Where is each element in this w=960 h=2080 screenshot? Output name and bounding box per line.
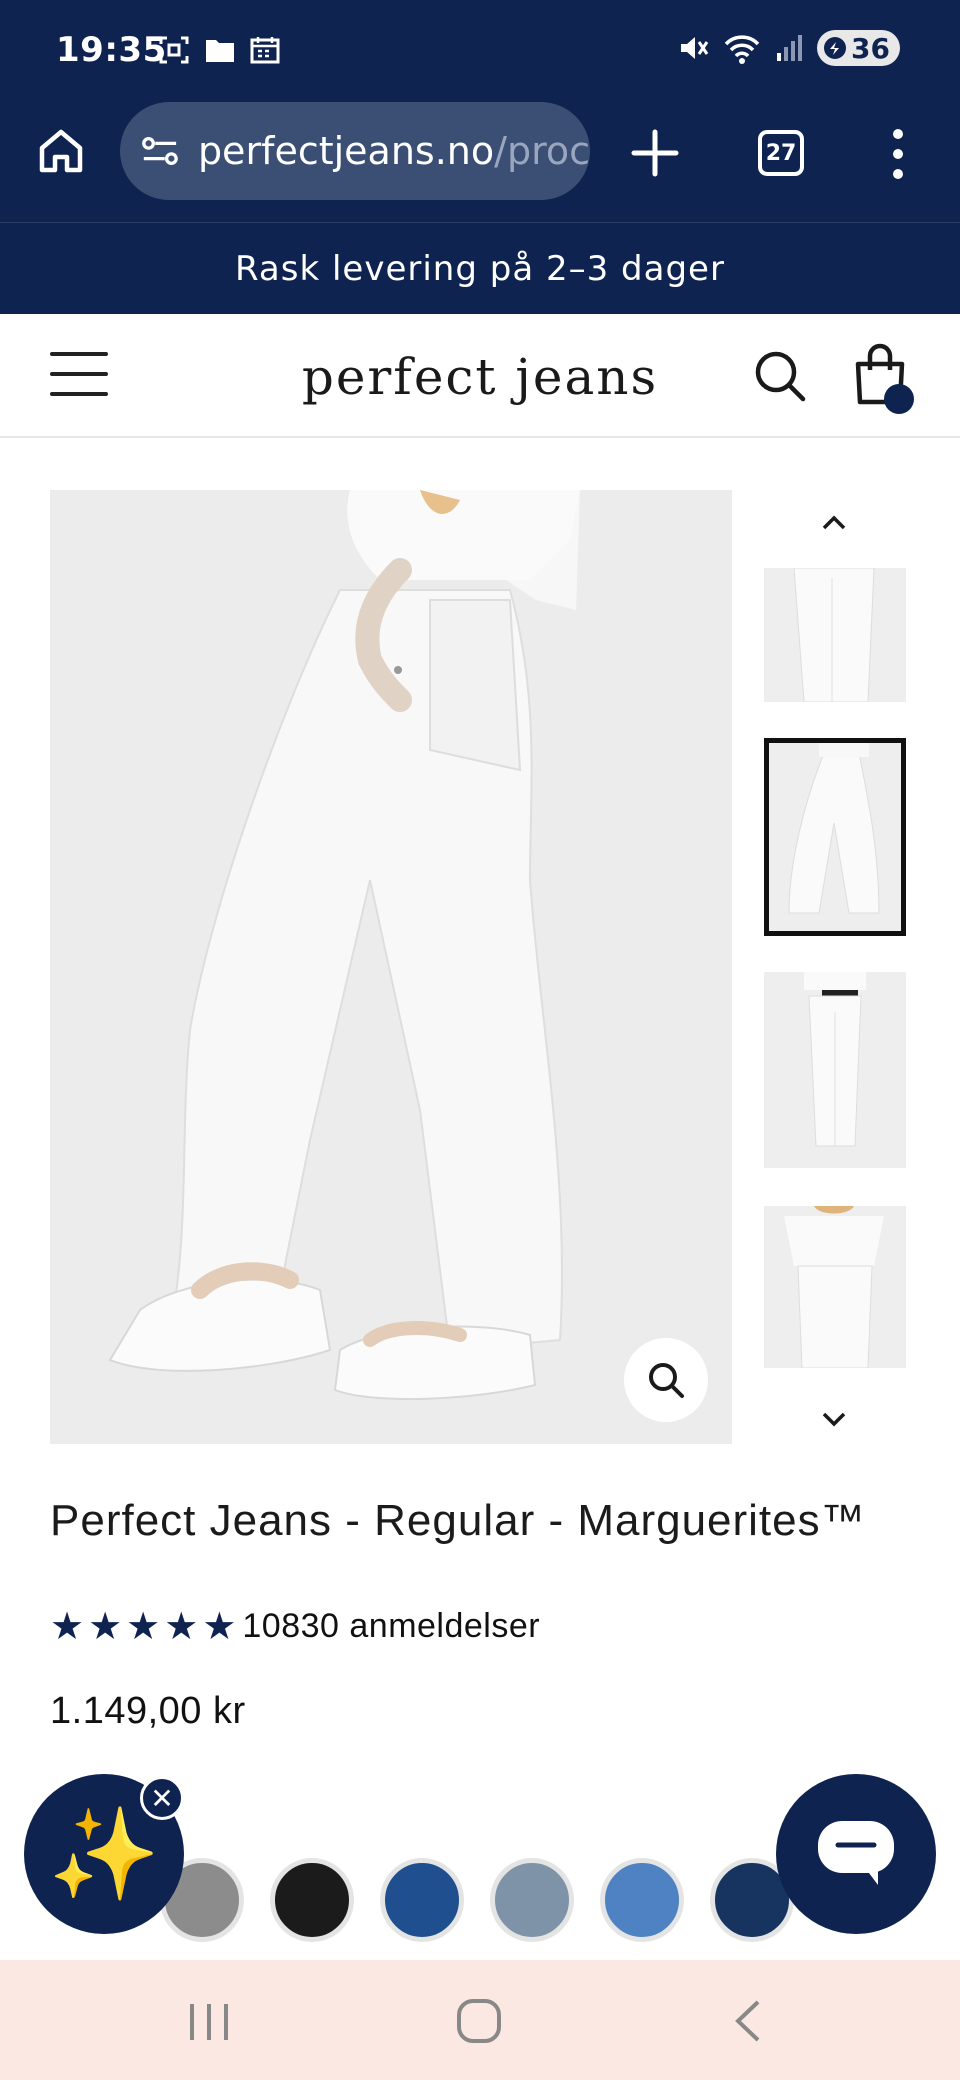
swatch-black[interactable] xyxy=(270,1858,354,1942)
chat-button[interactable] xyxy=(776,1774,936,1934)
star-icon: ★ xyxy=(164,1604,199,1648)
home-icon xyxy=(39,129,83,173)
home-button[interactable] xyxy=(30,120,92,182)
thumbnail-image xyxy=(769,743,901,931)
chevron-down-icon[interactable] xyxy=(814,1404,854,1434)
star-icon: ★ xyxy=(126,1604,161,1648)
battery-level: 36 xyxy=(851,31,890,65)
new-tab-button[interactable] xyxy=(626,124,684,182)
product-main-image[interactable] xyxy=(50,490,732,1444)
star-icon: ★ xyxy=(88,1604,123,1648)
swatch-dark-blue[interactable] xyxy=(380,1858,464,1942)
more-options-icon[interactable] xyxy=(886,124,910,184)
address-bar[interactable]: perfectjeans.no/proc xyxy=(120,102,590,200)
site-settings-icon[interactable] xyxy=(140,133,180,169)
swatch-light-grey-blue[interactable] xyxy=(490,1858,574,1942)
sparkles-icon: ✨ xyxy=(47,1801,161,1907)
review-count[interactable]: 10830 anmeldelser xyxy=(242,1607,540,1646)
status-time: 19:35 xyxy=(56,30,167,70)
cart-badge xyxy=(884,384,914,414)
rating-stars: ★ ★ ★ ★ ★ xyxy=(50,1606,236,1646)
status-bar: 19:35 36 xyxy=(0,0,960,100)
status-icons-right: 36 xyxy=(677,30,900,66)
status-icons-left xyxy=(158,34,280,66)
mute-icon xyxy=(681,37,709,59)
site-header: perfect jeans xyxy=(0,314,960,438)
folder-icon xyxy=(206,40,234,62)
thumbnail-3[interactable] xyxy=(764,972,906,1168)
back-icon[interactable] xyxy=(728,1996,768,2046)
product-title: Perfect Jeans - Regular - Marguerites™ xyxy=(50,1496,866,1545)
thumbnail-gallery xyxy=(764,490,906,1444)
swatch-mid-blue[interactable] xyxy=(600,1858,684,1942)
wifi-icon xyxy=(724,35,760,64)
thumbnail-image xyxy=(764,1206,906,1368)
thumbnail-image xyxy=(764,568,906,702)
system-nav-bar xyxy=(0,1960,960,2080)
browser-toolbar: perfectjeans.no/proc 27 xyxy=(0,100,960,222)
announcement-bar: Rask levering på 2–3 dager xyxy=(0,222,960,314)
signal-icon xyxy=(777,35,803,61)
thumbnail-image xyxy=(764,972,906,1168)
screenshot-icon xyxy=(159,36,189,64)
url-domain: perfectjeans.no xyxy=(197,129,495,173)
close-icon[interactable]: ✕ xyxy=(140,1776,184,1820)
jeans-photo xyxy=(50,490,732,1444)
url-text: perfectjeans.no/proc xyxy=(198,129,590,173)
product-rating[interactable]: ★ ★ ★ ★ ★ 10830 anmeldelser xyxy=(50,1606,540,1646)
tab-switcher-button[interactable]: 27 xyxy=(758,130,804,176)
cart-button[interactable] xyxy=(852,342,914,414)
calendar-icon xyxy=(250,37,280,64)
thumbnail-1[interactable] xyxy=(764,568,906,702)
product-price: 1.149,00 kr xyxy=(50,1690,246,1732)
url-path: /proc xyxy=(494,129,590,173)
thumbnail-4[interactable] xyxy=(764,1206,906,1368)
chevron-up-icon[interactable] xyxy=(814,508,854,538)
star-icon: ★ xyxy=(202,1604,237,1648)
site-logo[interactable]: perfect jeans xyxy=(0,348,960,406)
thumbnail-2[interactable] xyxy=(764,738,906,936)
chat-icon xyxy=(818,1821,894,1885)
recent-apps-icon[interactable] xyxy=(186,1996,232,2046)
battery-icon: 36 xyxy=(817,30,900,66)
home-nav-icon[interactable] xyxy=(454,1996,504,2046)
star-icon: ★ xyxy=(50,1604,85,1648)
zoom-icon xyxy=(649,1363,684,1398)
zoom-button[interactable] xyxy=(624,1338,708,1422)
search-icon[interactable] xyxy=(752,348,808,404)
